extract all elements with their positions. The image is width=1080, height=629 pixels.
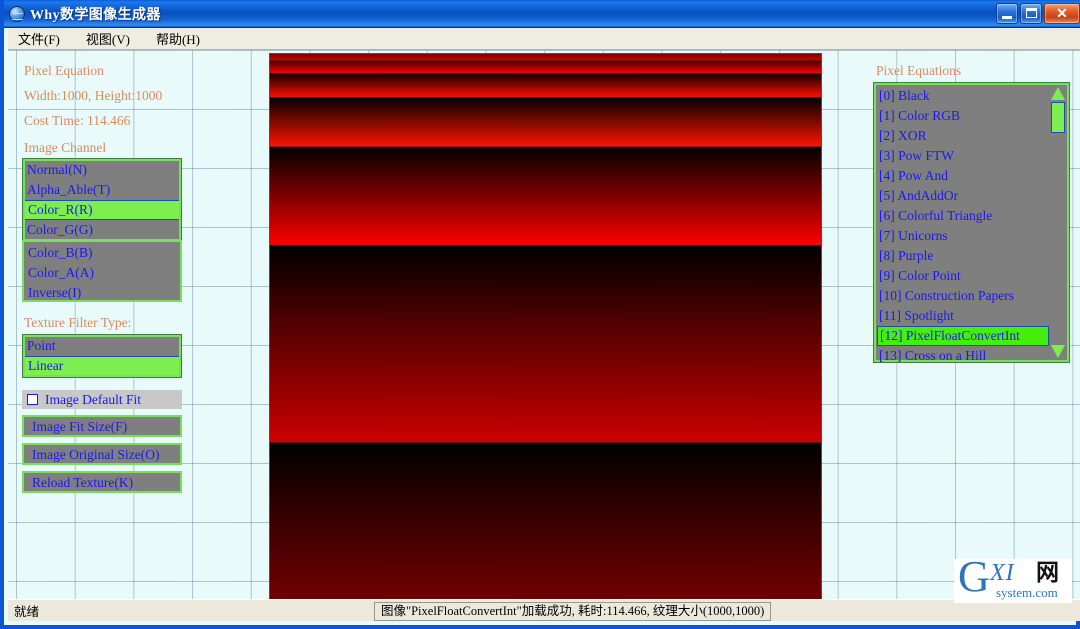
list-item[interactable]: [3] Pow FTW — [877, 146, 1049, 166]
list-item[interactable]: Inverse(I) — [25, 283, 179, 300]
watermark-cn: 网 — [1036, 559, 1059, 585]
texture-filter-listbox[interactable]: Point Linear — [22, 334, 182, 378]
watermark-domain: system.com — [996, 585, 1058, 600]
window-frame: Why数学图像生成器 ✕ 文件(F) 视图(V) 帮助(H) Pixel Equ… — [0, 0, 1080, 629]
image-channel-label: Image Channel — [24, 140, 107, 155]
title-bar: Why数学图像生成器 ✕ — [4, 0, 1080, 28]
window-title: Why数学图像生成器 — [30, 7, 161, 23]
pixel-equations-listbox[interactable]: [0] Black [1] Color RGB [2] XOR [3] Pow … — [873, 82, 1070, 363]
menu-help[interactable]: 帮助(H) — [154, 27, 210, 50]
menu-bar: 文件(F) 视图(V) 帮助(H) — [8, 28, 1080, 50]
image-original-size-button[interactable]: Image Original Size(O) — [22, 443, 182, 465]
watermark: G XI 网 system.com — [954, 559, 1072, 603]
minimize-icon — [1002, 16, 1012, 19]
list-item[interactable]: [11] Spotlight — [877, 306, 1049, 326]
list-item[interactable]: Linear — [24, 356, 180, 376]
list-item[interactable]: [12] PixelFloatConvertInt — [877, 326, 1049, 346]
window-controls: ✕ — [996, 3, 1080, 24]
list-item[interactable]: [4] Pow And — [877, 166, 1049, 186]
list-item[interactable]: Color_R(R) — [24, 200, 180, 220]
list-item[interactable]: [6] Colorful Triangle — [877, 206, 1049, 226]
checkbox-box[interactable] — [27, 394, 38, 405]
image-canvas[interactable] — [269, 53, 822, 603]
list-item[interactable]: [10] Construction Papers — [877, 286, 1049, 306]
scroll-up-arrow-icon[interactable] — [1051, 87, 1065, 100]
list-item[interactable]: Color_A(A) — [25, 263, 179, 283]
image-fit-size-button[interactable]: Image Fit Size(F) — [22, 415, 182, 437]
texture-filter-label: Texture Filter Type: — [24, 315, 132, 330]
pixel-equations-rows: [0] Black [1] Color RGB [2] XOR [3] Pow … — [877, 86, 1049, 362]
image-channel-listbox[interactable]: Normal(N) Alpha_Able(T) Color_R(R) Color… — [22, 158, 182, 242]
list-item[interactable]: [8] Purple — [877, 246, 1049, 266]
status-detail-text: 图像"PixelFloatConvertInt"加载成功, 耗时:114.466… — [374, 602, 772, 621]
menu-view[interactable]: 视图(V) — [84, 27, 140, 50]
close-icon: ✕ — [1056, 5, 1068, 21]
list-item[interactable]: Normal(N) — [24, 160, 180, 180]
watermark-letter: G — [958, 559, 990, 601]
application-window: Why数学图像生成器 ✕ 文件(F) 视图(V) 帮助(H) Pixel Equ… — [0, 0, 1080, 629]
scrollbar-thumb[interactable] — [1051, 102, 1065, 133]
watermark-mid: XI — [990, 560, 1015, 586]
pixel-equations-label: Pixel Equations — [876, 63, 962, 78]
list-item[interactable]: [2] XOR — [877, 126, 1049, 146]
list-item[interactable]: [7] Unicorns — [877, 226, 1049, 246]
list-item[interactable]: Point — [24, 336, 180, 356]
close-button[interactable]: ✕ — [1044, 3, 1080, 24]
list-item[interactable]: [13] Cross on a Hill — [877, 346, 1049, 362]
scroll-down-arrow-icon[interactable] — [1051, 345, 1065, 358]
list-item[interactable]: [0] Black — [877, 86, 1049, 106]
reload-texture-button[interactable]: Reload Texture(K) — [22, 471, 182, 493]
minimize-button[interactable] — [996, 3, 1018, 24]
vertical-scrollbar[interactable] — [1049, 86, 1066, 359]
rendered-image — [270, 54, 821, 603]
checkbox-label: Image Default Fit — [45, 391, 141, 407]
list-item[interactable]: Alpha_Able(T) — [24, 180, 180, 200]
cost-time-label: Cost Time: 114.466 — [24, 113, 131, 128]
client-area: Pixel Equation Width:1000, Height:1000 C… — [8, 50, 1080, 603]
list-item[interactable]: [5] AndAddOr — [877, 186, 1049, 206]
image-channel-listbox-continued[interactable]: Color_B(B) Color_A(A) Inverse(I) — [22, 240, 182, 302]
list-item[interactable]: [1] Color RGB — [877, 106, 1049, 126]
menu-file[interactable]: 文件(F) — [16, 27, 70, 50]
list-item[interactable]: Color_G(G) — [24, 220, 180, 240]
status-ready-text: 就绪 — [14, 605, 40, 619]
list-item[interactable]: Color_B(B) — [25, 243, 179, 263]
status-bar: 就绪 图像"PixelFloatConvertInt"加载成功, 耗时:114.… — [8, 599, 1080, 621]
maximize-icon — [1026, 8, 1037, 18]
list-item[interactable]: [9] Color Point — [877, 266, 1049, 286]
pixel-equation-label: Pixel Equation — [24, 63, 104, 78]
globe-icon — [9, 5, 25, 22]
image-size-label: Width:1000, Height:1000 — [24, 88, 163, 103]
image-default-fit-checkbox[interactable]: Image Default Fit — [22, 390, 182, 409]
maximize-button[interactable] — [1020, 3, 1042, 24]
